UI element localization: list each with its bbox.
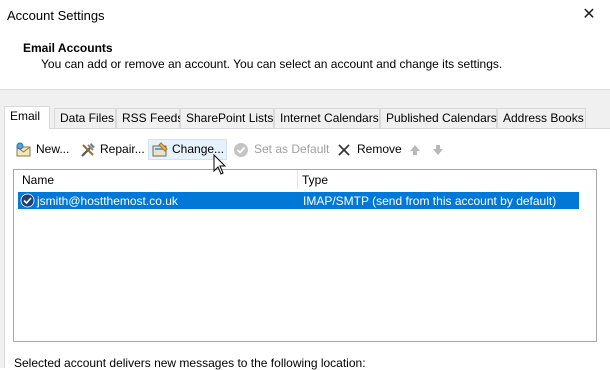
new-account-icon — [15, 142, 33, 158]
column-divider[interactable] — [297, 170, 298, 189]
tab-address-books[interactable]: Address Books — [497, 108, 586, 128]
default-account-icon — [20, 193, 35, 211]
table-row[interactable]: jsmith@hostthemost.co.uk IMAP/SMTP (send… — [18, 192, 579, 209]
move-down-button[interactable] — [428, 139, 446, 160]
repair-button-label: Repair... — [100, 142, 145, 156]
column-header-type[interactable]: Type — [302, 173, 328, 187]
remove-button-label: Remove — [357, 142, 402, 156]
remove-x-icon — [336, 142, 354, 158]
remove-button[interactable]: Remove — [333, 139, 405, 160]
account-name: jsmith@hostthemost.co.uk — [37, 194, 178, 208]
tab-data-files[interactable]: Data Files — [54, 108, 116, 128]
checkmark-circle-icon — [233, 142, 251, 158]
repair-button[interactable]: Repair... — [76, 139, 148, 160]
arrow-down-icon — [431, 142, 445, 158]
title-bar: Account Settings ✕ — [0, 0, 610, 32]
set-as-default-button[interactable]: Set as Default — [230, 139, 332, 160]
section-heading: Email Accounts — [23, 41, 113, 55]
tab-sharepoint-lists[interactable]: SharePoint Lists — [180, 108, 274, 128]
change-account-icon — [151, 141, 169, 158]
move-up-button[interactable] — [405, 139, 423, 160]
tab-published-calendars[interactable]: Published Calendars — [380, 108, 497, 128]
set-as-default-label: Set as Default — [254, 142, 330, 156]
column-header-name[interactable]: Name — [22, 173, 54, 187]
close-icon[interactable]: ✕ — [577, 4, 601, 26]
window-title: Account Settings — [7, 8, 105, 23]
arrow-up-icon — [408, 142, 422, 158]
section-description: You can add or remove an account. You ca… — [41, 57, 503, 71]
accounts-list[interactable]: Name Type jsmith@hostthemost.co.uk IMAP/… — [13, 169, 597, 342]
tab-rss-feeds[interactable]: RSS Feeds — [116, 108, 183, 128]
new-button[interactable]: New... — [12, 139, 72, 160]
repair-tools-icon — [79, 142, 97, 158]
dialog-header: Email Accounts You can add or remove an … — [0, 32, 610, 88]
tab-internet-calendars[interactable]: Internet Calendars — [274, 108, 380, 128]
account-type: IMAP/SMTP (send from this account by def… — [303, 194, 557, 208]
new-button-label: New... — [36, 142, 70, 156]
mouse-pointer-icon — [213, 153, 227, 179]
list-header: Name Type — [14, 170, 596, 189]
tab-email[interactable]: Email — [4, 106, 50, 129]
